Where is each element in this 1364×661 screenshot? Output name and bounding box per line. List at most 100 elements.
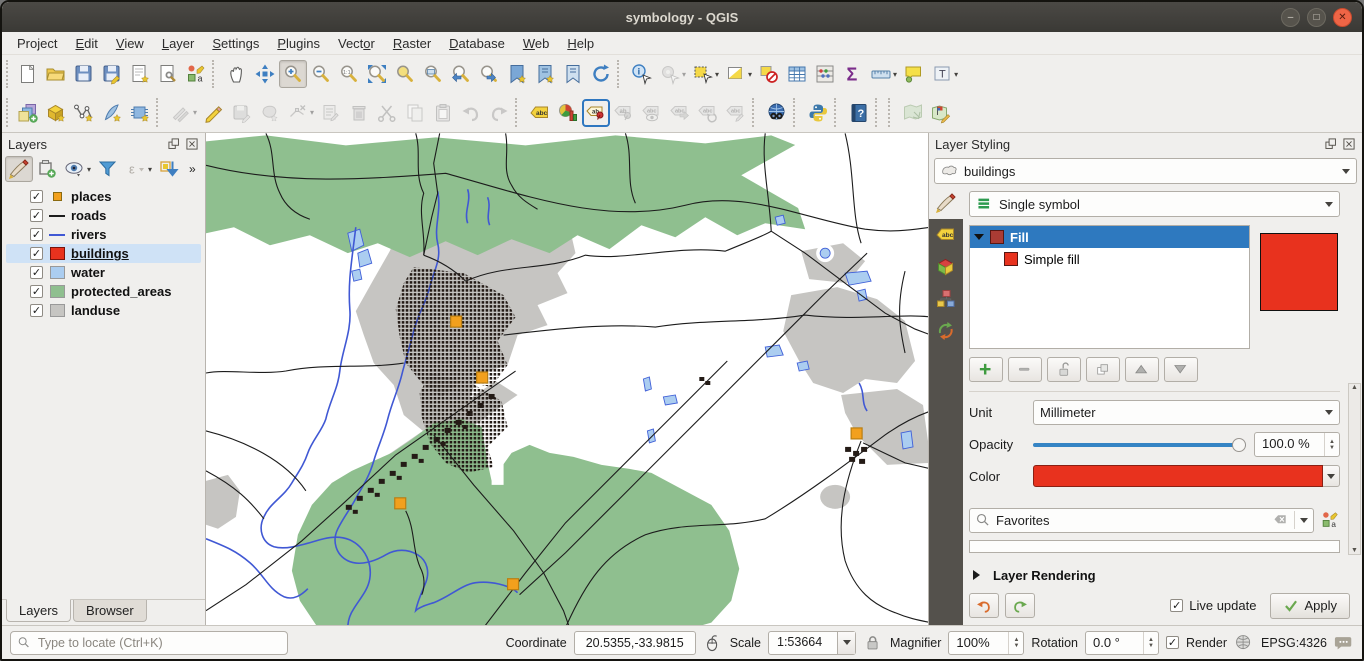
zoom-in-button[interactable] [279, 60, 307, 88]
layer-rendering-section[interactable]: Layer Rendering [969, 563, 1356, 587]
style-search-box[interactable]: Favorites [969, 508, 1314, 533]
layer-labeling-button[interactable]: abc [526, 99, 554, 127]
scale-combobox[interactable]: 1:53664 [768, 631, 856, 655]
titlebar[interactable]: symbology - QGIS – □ ✕ [2, 2, 1362, 32]
menu-project[interactable]: Project [8, 34, 66, 53]
zoom-to-selection-button[interactable] [391, 60, 419, 88]
locator-input[interactable] [36, 635, 281, 651]
field-calculator-button[interactable] [811, 60, 839, 88]
live-update-checkbox[interactable]: ✓ [1170, 599, 1183, 612]
duplicate-symbol-layer-button[interactable] [1086, 357, 1120, 382]
tab-browser[interactable]: Browser [73, 600, 147, 622]
zoom-out-button[interactable] [307, 60, 335, 88]
select-by-value-button[interactable]: ▾ [722, 60, 755, 88]
menu-plugins[interactable]: Plugins [268, 34, 329, 53]
copy-features-button[interactable] [401, 99, 429, 127]
undo-style-button[interactable] [969, 593, 999, 618]
symbol-tree-row-simple-fill[interactable]: Simple fill [970, 248, 1249, 270]
menu-edit[interactable]: Edit [66, 34, 106, 53]
styling-tab-history[interactable] [929, 315, 963, 347]
layer-item-roads[interactable]: ✓roads [6, 206, 201, 225]
spin-arrows-icon[interactable]: ▲▼ [1008, 632, 1023, 654]
dropdown-caret-icon[interactable]: ▾ [893, 70, 897, 79]
minimize-button[interactable]: – [1281, 8, 1300, 27]
filter-expression-button[interactable]: ε▾ [122, 156, 155, 182]
new-shapefile-layer-button[interactable] [70, 99, 98, 127]
refresh-button[interactable] [587, 60, 615, 88]
redo-button[interactable] [485, 99, 513, 127]
menu-layer[interactable]: Layer [153, 34, 204, 53]
layer-diagrams-button[interactable] [554, 99, 582, 127]
style-list[interactable] [969, 540, 1340, 553]
close-button[interactable]: ✕ [1333, 8, 1352, 27]
menu-vector[interactable]: Vector [329, 34, 384, 53]
styling-tab-symbology[interactable] [929, 187, 963, 219]
scrollbar[interactable]: ▲▼ [1348, 383, 1361, 555]
dropdown-caret-icon[interactable]: ▾ [954, 70, 958, 79]
close-panel-icon[interactable] [185, 137, 199, 151]
layer-visibility-checkbox[interactable]: ✓ [30, 285, 43, 298]
layer-visibility-checkbox[interactable]: ✓ [30, 190, 43, 203]
attribute-table-button[interactable] [783, 60, 811, 88]
plugin-map-edit-button[interactable] [927, 99, 955, 127]
move-down-button[interactable] [1164, 357, 1198, 382]
messages-icon[interactable] [1334, 633, 1354, 653]
styling-tab-labels[interactable]: abc [929, 219, 963, 251]
layer-visibility-checkbox[interactable]: ✓ [30, 247, 43, 260]
pan-to-selection-button[interactable] [251, 60, 279, 88]
add-polygon-feature-button[interactable] [256, 99, 284, 127]
tab-layers[interactable]: Layers [6, 599, 71, 622]
save-layer-edits-button[interactable] [228, 99, 256, 127]
spin-arrows-icon[interactable]: ▲▼ [1324, 433, 1339, 456]
crs-globe-icon[interactable] [1234, 633, 1254, 653]
scroll-up-icon[interactable]: ▲ [1351, 384, 1358, 391]
layer-visibility-checkbox[interactable]: ✓ [30, 266, 43, 279]
layer-visibility-checkbox[interactable]: ✓ [30, 228, 43, 241]
delete-selected-button[interactable] [345, 99, 373, 127]
float-panel-icon[interactable] [1324, 137, 1338, 151]
toolbar-grip[interactable] [6, 60, 12, 88]
expand-collapse-button[interactable] [155, 156, 183, 182]
new-project-button[interactable] [14, 60, 42, 88]
show-layout-manager-button[interactable] [154, 60, 182, 88]
deselect-all-button[interactable] [755, 60, 783, 88]
menu-help[interactable]: Help [558, 34, 603, 53]
manage-map-themes-button[interactable]: ▾ [61, 156, 94, 182]
maximize-button[interactable]: □ [1307, 8, 1326, 27]
bookmark-manager-button[interactable] [559, 60, 587, 88]
metasearch-button[interactable] [763, 99, 791, 127]
change-label-button[interactable]: abc [722, 99, 750, 127]
opacity-spinbox[interactable]: 100.0 % ▲▼ [1254, 432, 1340, 457]
current-edits-button[interactable]: ▾ [167, 99, 200, 127]
symbol-tree-row-fill[interactable]: Fill [970, 226, 1249, 248]
add-group-button[interactable] [33, 156, 61, 182]
layer-visibility-checkbox[interactable]: ✓ [30, 304, 43, 317]
color-swatch[interactable] [1033, 465, 1323, 487]
zoom-last-button[interactable] [447, 60, 475, 88]
menu-raster[interactable]: Raster [384, 34, 440, 53]
toolbar-overflow-button[interactable]: » [185, 162, 200, 176]
menu-web[interactable]: Web [514, 34, 559, 53]
chevron-down-icon[interactable] [1300, 518, 1308, 527]
rotate-label-button[interactable]: abc [694, 99, 722, 127]
cut-features-button[interactable] [373, 99, 401, 127]
layer-item-water[interactable]: ✓water [6, 263, 201, 282]
plugin-sketch-button[interactable] [899, 99, 927, 127]
expander-icon[interactable] [974, 234, 984, 245]
save-project-button[interactable] [70, 60, 98, 88]
menu-settings[interactable]: Settings [203, 34, 268, 53]
close-panel-icon[interactable] [1342, 137, 1356, 151]
dropdown-caret-icon[interactable]: ▾ [748, 70, 752, 79]
python-console-button[interactable] [804, 99, 832, 127]
map-tips-button[interactable] [900, 60, 928, 88]
scale-dropdown[interactable] [837, 632, 855, 654]
move-label-button[interactable]: abc [666, 99, 694, 127]
dropdown-caret-icon[interactable]: ▾ [715, 70, 719, 79]
run-feature-action-button[interactable]: ▾ [656, 60, 689, 88]
select-features-button[interactable]: ▾ [689, 60, 722, 88]
pin-labels-button[interactable]: ab [610, 99, 638, 127]
extents-toggle-icon[interactable] [703, 633, 723, 653]
help-contents-button[interactable]: ? [845, 99, 873, 127]
styling-tab-diagrams[interactable] [929, 283, 963, 315]
new-virtual-layer-button[interactable] [126, 99, 154, 127]
